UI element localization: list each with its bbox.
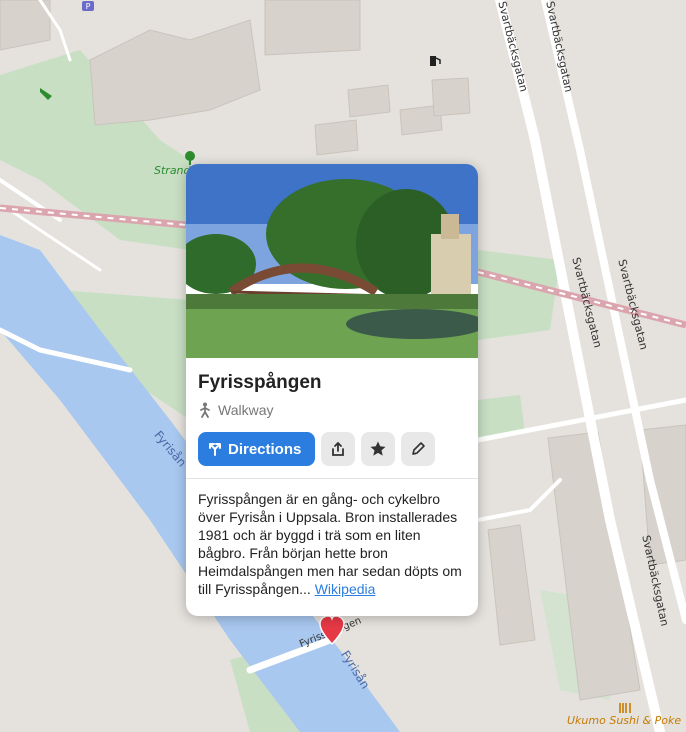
directions-label: Directions: [228, 440, 302, 458]
pencil-icon: [412, 442, 426, 455]
directions-icon: [209, 443, 221, 456]
place-category-label: Walkway: [218, 402, 274, 418]
place-photo[interactable]: [186, 164, 478, 358]
share-button[interactable]: [321, 432, 356, 466]
edit-button[interactable]: [401, 432, 436, 466]
star-icon: [370, 441, 386, 456]
divider: [186, 478, 478, 479]
place-info-card: Fyrisspången Walkway Directions Fyrisspå…: [186, 164, 478, 616]
parking-symbol: P: [86, 2, 91, 11]
park-area: [478, 250, 560, 340]
place-title: Fyrisspången: [198, 372, 322, 393]
selected-location-pin[interactable]: [318, 612, 346, 646]
directions-button[interactable]: Directions: [198, 432, 316, 466]
action-bar: Directions: [198, 432, 436, 466]
place-category: Walkway: [198, 402, 274, 418]
favorite-button[interactable]: [361, 432, 396, 466]
wikipedia-link[interactable]: Wikipedia: [315, 581, 376, 597]
pedestrian-icon: [200, 402, 210, 418]
share-icon: [332, 441, 345, 456]
place-description: Fyrisspången är en gång- och cykelbro öv…: [198, 490, 470, 598]
restaurant-label: Ukumo Sushi & Poke: [567, 714, 682, 727]
